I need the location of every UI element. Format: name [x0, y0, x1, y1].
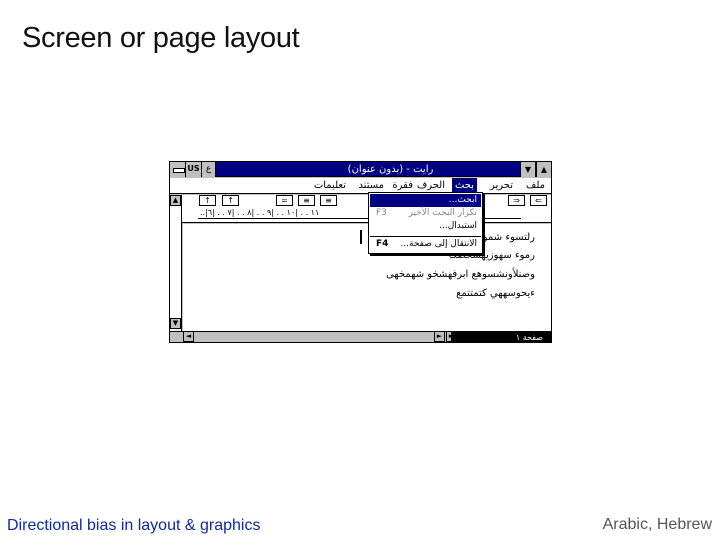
- menu-item-find-label: ابحث...: [448, 195, 477, 205]
- ruler[interactable]: ..|١١ . . |١٠ . . |٩ . . |٨ . . |٧ . . |…: [170, 207, 551, 223]
- scroll-up-icon[interactable]: ▲: [170, 195, 181, 206]
- document-line: رلتسوء شموک: [473, 232, 535, 243]
- shortcut-f4: F4: [376, 239, 389, 249]
- menu-search[interactable]: بحث: [451, 178, 477, 193]
- footer-languages: Arabic, Hebrew: [602, 516, 712, 533]
- menu-separator: [370, 236, 481, 237]
- spacing-triple-button[interactable]: ≡: [320, 195, 337, 206]
- menu-bar: ملف تحرير بحث الحرف فقرة مستند تعليمات: [170, 178, 551, 194]
- scroll-right-icon[interactable]: ►: [434, 331, 445, 342]
- menu-item-find[interactable]: ابحث...: [370, 194, 481, 207]
- title-bar: US ع رايت - (بدون عنوان) ▼ ▲: [170, 162, 551, 177]
- menu-item-replace[interactable]: استبدال...: [370, 220, 481, 233]
- minimize-button[interactable]: ▼: [520, 162, 535, 177]
- document-area[interactable]: رلتسوء شموک رموء سهوزيهشحصك وصنلأونشسوهع…: [183, 224, 551, 331]
- document-line: ءيحوسههي كتمتتمع: [456, 288, 535, 299]
- align-up-button-2[interactable]: ↑: [222, 195, 239, 206]
- shortcut-f3: F3: [376, 208, 387, 218]
- ruler-marks: ..|١١ . . |١٠ . . |٩ . . |٨ . . |٧ . . |…: [200, 208, 320, 217]
- spacing-double-button[interactable]: ≡: [298, 195, 315, 206]
- direction-right-button[interactable]: ⇒: [508, 195, 525, 206]
- vertical-scrollbar[interactable]: ▲ ▼: [170, 195, 182, 331]
- menu-help[interactable]: تعليمات: [314, 178, 346, 193]
- language-arabic-button[interactable]: ع: [202, 162, 216, 177]
- text-caret: [360, 230, 362, 244]
- document-line: وصنلأونشسوهع ابرفهشخو شهمخهى: [385, 269, 535, 280]
- menu-paragraph[interactable]: فقرة: [392, 178, 413, 193]
- page-indicator: صفحة ١: [451, 332, 551, 343]
- scroll-left-icon[interactable]: ◄: [183, 331, 194, 342]
- slide-title: Screen or page layout: [22, 22, 300, 54]
- menu-item-goto-label: الانتقال إلى صفحة...: [400, 239, 477, 249]
- search-menu-dropdown: ابحث... تكرار البحث الأخير F3 استبدال...…: [368, 192, 483, 254]
- menu-document[interactable]: مستند: [358, 178, 384, 193]
- write-window: US ع رايت - (بدون عنوان) ▼ ▲ ملف تحرير ب…: [169, 161, 552, 343]
- menu-character[interactable]: الحرف: [417, 178, 445, 193]
- menu-item-repeat-label: تكرار البحث الأخير: [408, 208, 478, 218]
- footer-caption: Directional bias in layout & graphics: [7, 517, 261, 534]
- scroll-down-icon[interactable]: ▼: [170, 318, 181, 329]
- menu-edit[interactable]: تحرير: [490, 178, 513, 193]
- status-bar: ◄ ► ► صفحة ١: [170, 331, 551, 343]
- menu-item-replace-label: استبدال...: [439, 221, 477, 231]
- system-menu-button[interactable]: [170, 162, 186, 177]
- menu-item-repeat-last-find[interactable]: تكرار البحث الأخير F3: [370, 207, 481, 220]
- language-us-button[interactable]: US: [186, 162, 202, 177]
- align-up-button[interactable]: ↑: [199, 195, 216, 206]
- toolbar: ↑ ↑ = ≡ ≡ ⇒ ⇐: [170, 195, 551, 207]
- menu-item-go-to-page[interactable]: الانتقال إلى صفحة... F4: [370, 238, 481, 251]
- direction-left-button[interactable]: ⇐: [530, 195, 547, 206]
- maximize-button[interactable]: ▲: [536, 162, 551, 177]
- window-title: رايت - (بدون عنوان): [347, 164, 434, 175]
- menu-file[interactable]: ملف: [526, 178, 545, 193]
- spacing-single-button[interactable]: =: [276, 195, 293, 206]
